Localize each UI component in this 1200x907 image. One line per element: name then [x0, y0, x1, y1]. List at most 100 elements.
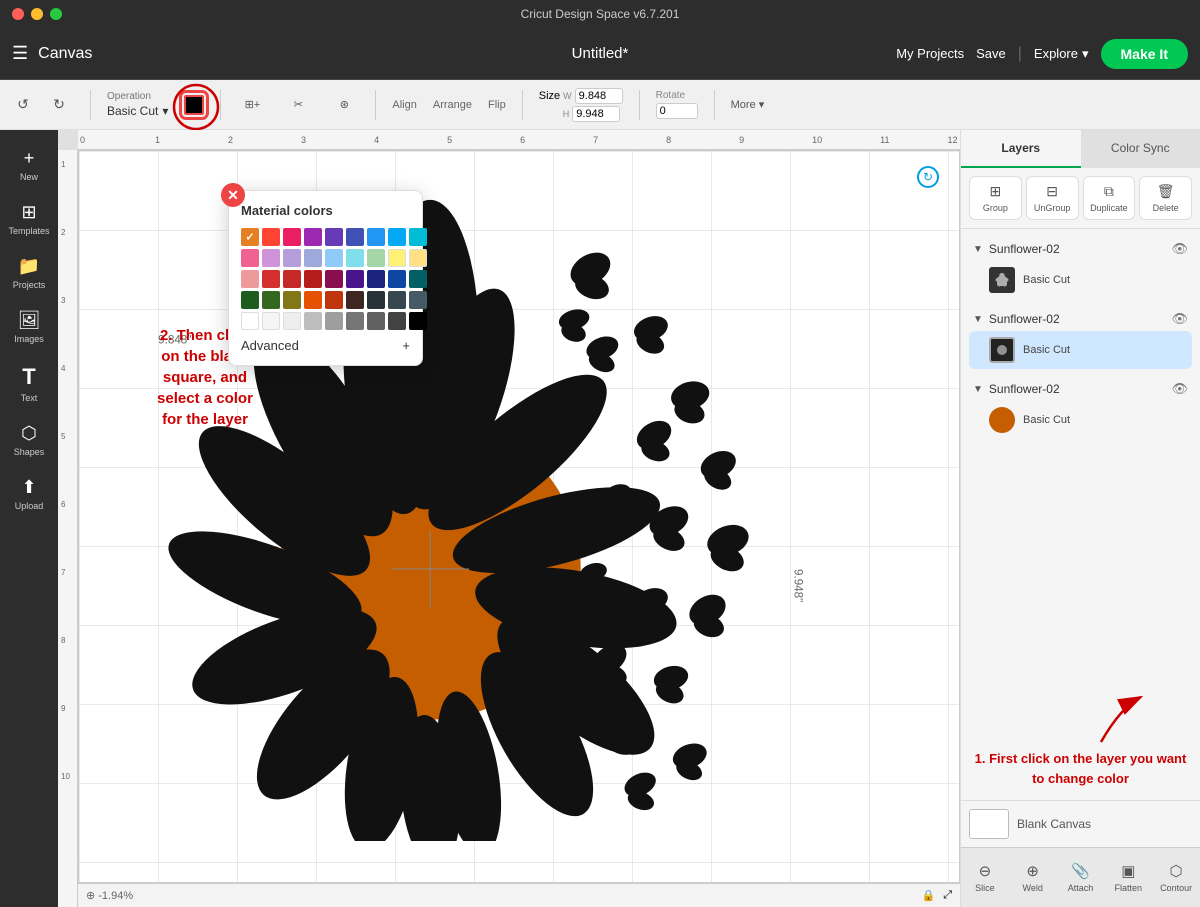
color-swatch-30[interactable]	[304, 291, 322, 309]
layer-item-1[interactable]: Basic Cut	[969, 261, 1192, 299]
width-input[interactable]	[575, 88, 623, 104]
delete-icon: 🗑	[1157, 183, 1175, 200]
design-canvas[interactable]: 9.848" 9.948" ↻	[78, 150, 960, 883]
sidebar-item-new[interactable]: + New	[4, 140, 54, 190]
color-swatch-42[interactable]	[388, 312, 406, 330]
delete-button[interactable]: 🗑 Delete	[1139, 176, 1192, 220]
color-swatch-24[interactable]	[367, 270, 385, 288]
color-swatch-orange[interactable]	[241, 228, 259, 246]
color-swatch-18[interactable]	[241, 270, 259, 288]
offset-button[interactable]: ⊛	[329, 90, 359, 120]
minimize-window-button[interactable]	[31, 8, 43, 20]
eye-icon-2[interactable]: 👁	[1171, 311, 1188, 327]
color-swatch-10[interactable]	[262, 249, 280, 267]
layer-item-2[interactable]: Basic Cut	[969, 331, 1192, 369]
rotate-handle[interactable]: ↻	[917, 166, 939, 188]
color-swatch-31[interactable]	[325, 291, 343, 309]
duplicate-button[interactable]: ⧉ Duplicate	[1083, 176, 1136, 220]
slice-button[interactable]: ⊖ Slice	[961, 848, 1009, 907]
edit-button[interactable]: ✂	[283, 90, 313, 120]
rotate-input[interactable]	[656, 103, 698, 119]
sidebar-item-projects[interactable]: 📁 Projects	[4, 248, 54, 298]
make-it-button[interactable]: Make It	[1101, 39, 1188, 69]
color-swatch-1[interactable]	[262, 228, 280, 246]
tab-layers[interactable]: Layers	[961, 130, 1081, 168]
color-swatch-16[interactable]	[388, 249, 406, 267]
color-swatch-13[interactable]	[325, 249, 343, 267]
sidebar-item-images[interactable]: 🖼 Images	[4, 302, 54, 352]
maximize-window-button[interactable]	[50, 8, 62, 20]
height-input[interactable]	[572, 106, 620, 122]
color-swatch-white[interactable]	[241, 312, 259, 330]
color-swatch-12[interactable]	[304, 249, 322, 267]
group-button[interactable]: ⊞ Group	[969, 176, 1022, 220]
color-swatch-37[interactable]	[283, 312, 301, 330]
my-projects-button[interactable]: My Projects	[896, 46, 964, 61]
color-swatch-5[interactable]	[346, 228, 364, 246]
more-button[interactable]: More ▾	[731, 98, 765, 111]
color-swatch-33[interactable]	[367, 291, 385, 309]
color-swatch-4[interactable]	[325, 228, 343, 246]
color-swatch-26[interactable]	[409, 270, 427, 288]
canvas-area[interactable]: 0 1 2 3 4 5 6 7 8 9 10 11 12 1 2 3 4 5 6…	[58, 130, 960, 907]
explore-button[interactable]: Explore ▾	[1034, 46, 1089, 62]
attach-button[interactable]: 📎 Attach	[1057, 848, 1105, 907]
color-swatch-27[interactable]	[241, 291, 259, 309]
color-swatch-39[interactable]	[325, 312, 343, 330]
sidebar-item-templates[interactable]: ⊞ Templates	[4, 194, 54, 244]
menu-icon[interactable]: ☰	[12, 43, 28, 64]
color-swatch-14[interactable]	[346, 249, 364, 267]
color-swatch-25[interactable]	[388, 270, 406, 288]
tab-color-sync[interactable]: Color Sync	[1081, 130, 1200, 168]
color-swatch-8[interactable]	[409, 228, 427, 246]
color-swatch-9[interactable]	[241, 249, 259, 267]
layer-group-3-header[interactable]: ▼ Sunflower-02 👁	[969, 377, 1192, 401]
color-swatch-19[interactable]	[262, 270, 280, 288]
color-picker-close-button[interactable]: ✕	[221, 183, 245, 207]
color-swatch-35[interactable]	[409, 291, 427, 309]
color-swatch-3[interactable]	[304, 228, 322, 246]
weld-button[interactable]: ⊕ Weld	[1009, 848, 1057, 907]
color-swatch-23[interactable]	[346, 270, 364, 288]
sidebar-item-upload[interactable]: ⬆ Upload	[4, 469, 54, 519]
layer-group-2-header[interactable]: ▼ Sunflower-02 👁	[969, 307, 1192, 331]
eye-icon-3[interactable]: 👁	[1171, 381, 1188, 397]
color-swatch-20[interactable]	[283, 270, 301, 288]
color-swatch-40[interactable]	[346, 312, 364, 330]
color-swatch-7[interactable]	[388, 228, 406, 246]
flatten-button[interactable]: ▣ Flatten	[1104, 848, 1152, 907]
undo-button[interactable]: ↺	[8, 90, 38, 120]
color-swatch-29[interactable]	[283, 291, 301, 309]
color-swatch-15[interactable]	[367, 249, 385, 267]
color-swatch-34[interactable]	[388, 291, 406, 309]
color-swatch-36[interactable]	[262, 312, 280, 330]
color-swatch-11[interactable]	[283, 249, 301, 267]
advanced-button[interactable]: Advanced +	[241, 338, 410, 353]
color-swatch-21[interactable]	[304, 270, 322, 288]
eye-icon-1[interactable]: 👁	[1171, 241, 1188, 257]
lock-icon[interactable]: 🔒	[921, 889, 935, 902]
operation-select[interactable]: Basic Cut ▾	[107, 104, 168, 118]
sidebar-item-text[interactable]: T Text	[4, 356, 54, 411]
color-swatch-38[interactable]	[304, 312, 322, 330]
color-swatch-22[interactable]	[325, 270, 343, 288]
blank-canvas-section[interactable]: Blank Canvas	[961, 800, 1200, 847]
color-swatch-2[interactable]	[283, 228, 301, 246]
close-window-button[interactable]	[12, 8, 24, 20]
color-swatch-black[interactable]	[409, 312, 427, 330]
color-swatch-32[interactable]	[346, 291, 364, 309]
sidebar-item-shapes[interactable]: ⬡ Shapes	[4, 415, 54, 465]
layer-item-3[interactable]: Basic Cut	[969, 401, 1192, 439]
fit-icon[interactable]: ⤢	[943, 889, 952, 902]
select-all-button[interactable]: ⊞+	[237, 90, 267, 120]
color-swatch-6[interactable]	[367, 228, 385, 246]
contour-button[interactable]: ⬡ Contour	[1152, 848, 1200, 907]
color-swatch-41[interactable]	[367, 312, 385, 330]
color-swatch-28[interactable]	[262, 291, 280, 309]
ungroup-button[interactable]: ⊟ UnGroup	[1026, 176, 1079, 220]
redo-button[interactable]: ↻	[44, 90, 74, 120]
save-button[interactable]: Save	[976, 46, 1006, 61]
layer-group-1-header[interactable]: ▼ Sunflower-02 👁	[969, 237, 1192, 261]
color-swatch-17[interactable]	[409, 249, 427, 267]
color-square-button[interactable]	[184, 95, 204, 115]
